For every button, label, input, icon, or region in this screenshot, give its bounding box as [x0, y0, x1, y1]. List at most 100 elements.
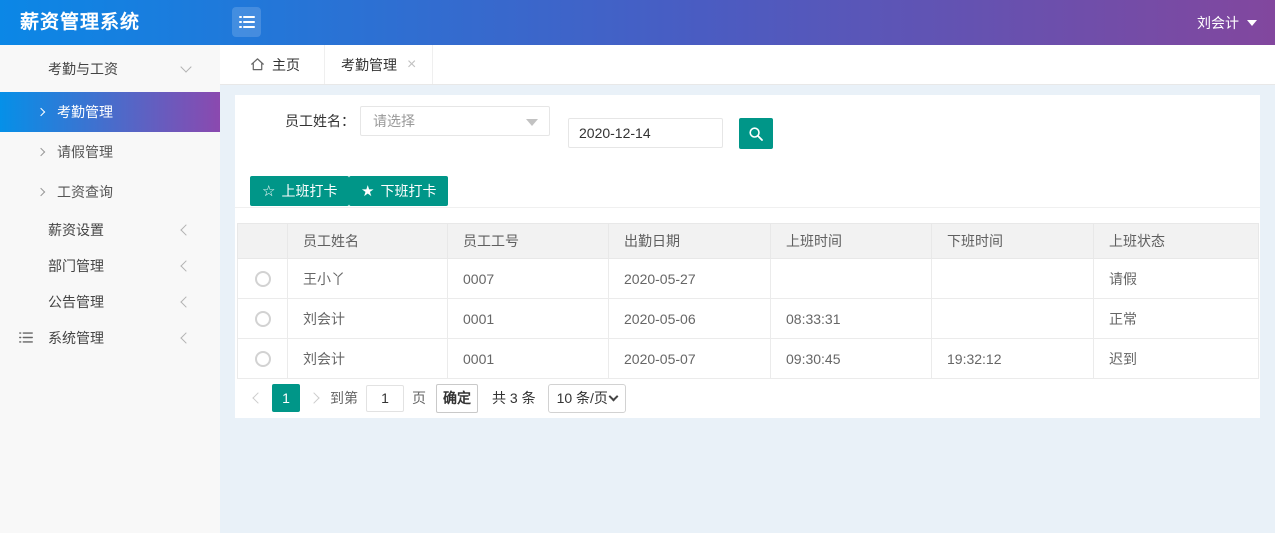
chevron-left-icon — [180, 332, 192, 344]
confirm-button[interactable]: 确定 — [436, 383, 478, 413]
tab-attendance[interactable]: 考勤管理 × — [324, 45, 434, 84]
table-header-cell: 上班状态 — [1093, 223, 1259, 259]
page-number-button[interactable]: 1 — [272, 384, 300, 412]
sidebar-sub-item-label: 工资查询 — [57, 184, 113, 200]
page-size-select[interactable]: 10 条/页 — [547, 383, 626, 413]
chevron-down-icon — [1247, 19, 1257, 26]
radio-button[interactable] — [254, 271, 271, 288]
list-icon — [18, 330, 34, 348]
sidebar-sub-item[interactable]: 请假管理 — [0, 132, 220, 172]
list-icon — [238, 16, 255, 28]
chevron-right-icon — [36, 147, 46, 157]
table-row: 王小丫 0007 2020-05-27 请假 — [237, 258, 1259, 299]
table-header-cell: 上班时间 — [770, 223, 932, 259]
chevron-right-icon — [36, 187, 46, 197]
search-button[interactable] — [739, 118, 773, 149]
total-count-label: 共 3 条 — [492, 390, 536, 406]
tab-bar: 主页 考勤管理 × — [220, 45, 1275, 85]
sidebar-top-item[interactable]: 系统管理 — [0, 320, 220, 356]
table-header-cell: 出勤日期 — [608, 223, 771, 259]
table-cell: 2020-05-27 — [608, 258, 771, 299]
close-icon[interactable]: × — [407, 56, 416, 73]
chevron-left-icon — [180, 260, 192, 272]
page-size-label: 10 条/页 — [556, 390, 608, 406]
clock-in-label: 上班打卡 — [281, 183, 338, 199]
tab-home-label: 主页 — [272, 56, 300, 73]
chevron-down-icon — [608, 391, 619, 402]
table-cell-radio — [237, 338, 288, 379]
clock-out-label: 下班打卡 — [380, 183, 437, 199]
chevron-down-icon — [180, 61, 192, 73]
attendance-table: 员工姓名 员工工号 出勤日期 上班时间 下班时间 上班状态 王小丫 0007 2020-05-… — [237, 223, 1259, 379]
table-cell: 0001 — [447, 338, 609, 379]
table-cell: 王小丫 — [287, 258, 448, 299]
employee-select[interactable]: 请选择 — [360, 106, 550, 136]
table-cell: 0007 — [447, 258, 609, 299]
star-filled-icon: ★ — [361, 183, 375, 200]
radio-button[interactable] — [254, 311, 271, 328]
sidebar-sub-item[interactable]: 工资查询 — [0, 172, 220, 212]
sidebar-sub-items: 考勤管理请假管理工资查询 — [0, 92, 220, 212]
prev-page-icon[interactable] — [252, 392, 264, 404]
sidebar-sub-item[interactable]: 考勤管理 — [0, 92, 220, 132]
table-header-cell: 下班时间 — [931, 223, 1094, 259]
goto-suffix-label: 页 — [412, 390, 426, 406]
employee-name-label: 员工姓名： — [285, 113, 355, 129]
clock-in-button[interactable]: ☆ 上班打卡 — [250, 176, 350, 206]
sidebar-top-items: 薪资设置部门管理公告管理系统管理 — [0, 212, 220, 356]
table-cell: 正常 — [1093, 298, 1259, 339]
sidebar-top-item[interactable]: 薪资设置 — [0, 212, 220, 248]
magnifier-icon — [749, 126, 763, 141]
user-menu[interactable]: 刘会计 — [1197, 0, 1257, 45]
sidebar-top-item-label: 薪资设置 — [48, 222, 104, 238]
table-header-cell: 员工工号 — [447, 223, 609, 259]
home-icon — [250, 58, 265, 71]
sidebar-group-attendance-salary[interactable]: 考勤与工资 — [0, 45, 220, 92]
star-outline-icon: ☆ — [262, 183, 276, 200]
table-header-radio — [237, 223, 288, 259]
table-cell — [931, 258, 1094, 299]
table-cell: 0001 — [447, 298, 609, 339]
user-name: 刘会计 — [1197, 14, 1239, 31]
table-header-cell: 员工姓名 — [287, 223, 448, 259]
sidebar-top-item[interactable]: 部门管理 — [0, 248, 220, 284]
chevron-left-icon — [180, 224, 192, 236]
goto-prefix-label: 到第 — [330, 390, 358, 406]
app-title: 薪资管理系统 — [20, 12, 141, 33]
sidebar-top-item[interactable]: 公告管理 — [0, 284, 220, 320]
content-panel: 员工姓名： 请选择 ☆ 上班打卡 ★ 下班打卡 — [235, 95, 1260, 418]
table-header-row: 员工姓名 员工工号 出勤日期 上班时间 下班时间 上班状态 — [237, 223, 1259, 259]
sidebar-top-item-label: 部门管理 — [48, 258, 104, 274]
table-cell — [931, 298, 1094, 339]
table-cell: 2020-05-06 — [608, 298, 771, 339]
sidebar-sub-item-label: 考勤管理 — [57, 104, 113, 120]
table-row: 刘会计 0001 2020-05-07 09:30:45 19:32:12 迟到 — [237, 338, 1259, 379]
clock-out-button[interactable]: ★ 下班打卡 — [349, 176, 449, 206]
sidebar: 考勤与工资 考勤管理请假管理工资查询 薪资设置部门管理公告管理系统管理 — [0, 45, 220, 533]
goto-page-input[interactable] — [366, 384, 404, 412]
table-cell-radio — [237, 258, 288, 299]
date-input[interactable] — [568, 118, 723, 148]
chevron-left-icon — [180, 296, 192, 308]
next-page-icon[interactable] — [308, 392, 320, 404]
table-cell: 09:30:45 — [770, 338, 932, 379]
table-cell: 刘会计 — [287, 298, 448, 339]
table-cell: 迟到 — [1093, 338, 1259, 379]
table-cell: 19:32:12 — [931, 338, 1094, 379]
sidebar-toggle-button[interactable] — [232, 7, 261, 37]
sidebar-top-item-label: 系统管理 — [48, 330, 104, 346]
table-row: 刘会计 0001 2020-05-06 08:33:31 正常 — [237, 298, 1259, 339]
tab-home[interactable]: 主页 — [220, 45, 324, 84]
select-placeholder: 请选择 — [373, 113, 415, 129]
table-cell: 刘会计 — [287, 338, 448, 379]
sidebar-top-item-label: 公告管理 — [48, 294, 104, 310]
sidebar-group-label: 考勤与工资 — [48, 60, 118, 77]
section-divider — [235, 207, 1260, 208]
main-area: 主页 考勤管理 × 员工姓名： 请选择 ☆ 上班打卡 ★ 下班打卡 — [220, 45, 1275, 533]
table-cell — [770, 258, 932, 299]
chevron-down-icon — [526, 119, 538, 126]
table-cell-radio — [237, 298, 288, 339]
sidebar-sub-item-label: 请假管理 — [57, 144, 113, 160]
radio-button[interactable] — [254, 351, 271, 368]
table-cell: 请假 — [1093, 258, 1259, 299]
